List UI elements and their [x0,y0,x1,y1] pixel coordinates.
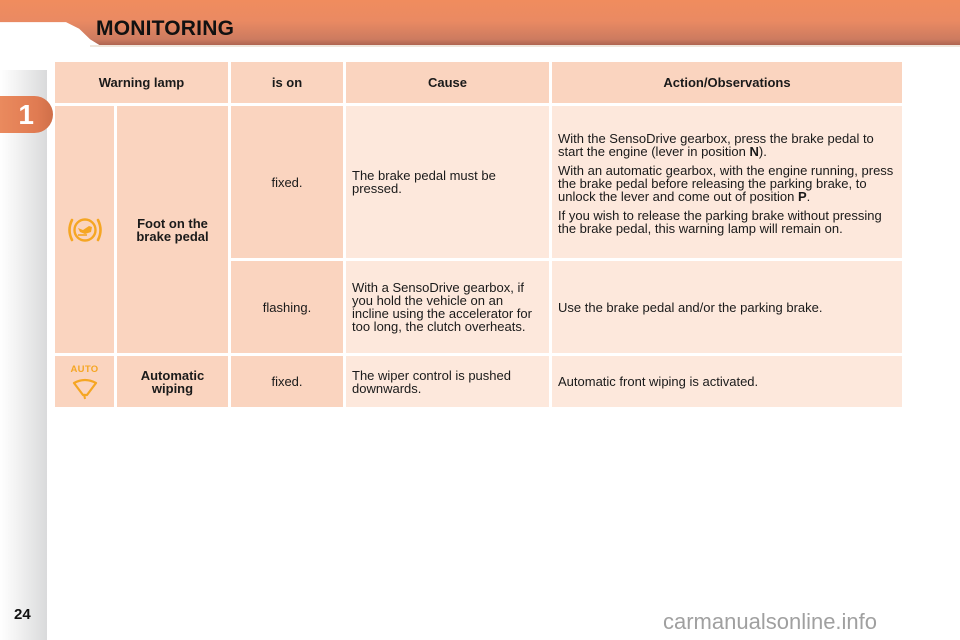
brake-lamp-icon-cell [55,106,114,353]
wiping-action: Automatic front wiping is activated. [552,356,902,407]
position-n: N [749,143,759,159]
text: With an automatic gearbox, with the engi… [558,162,894,204]
brake-lamp-name: Foot on the brake pedal [117,106,228,353]
brake-pedal-warning-icon [67,217,102,242]
wiping-cause: The wiper control is pushed downwards. [346,356,549,407]
auto-label: AUTO [70,364,99,375]
column-header-is-on: is on [231,62,343,103]
column-header-warning-lamp: Warning lamp [55,62,228,103]
column-header-action: Action/Observations [552,62,902,103]
watermark: carmanualsonline.info [663,609,878,634]
wiping-lamp-name: Automatic wiping [117,356,228,407]
page-number: 24 [14,606,31,623]
column-header-cause: Cause [346,62,549,103]
brake-state-fixed: fixed. [231,106,343,258]
header-divider [90,45,960,47]
brake-action-flashing: Use the brake pedal and/or the parking b… [552,261,902,353]
page-title: MONITORING [96,17,235,40]
chapter-number: 1 [18,98,34,130]
automatic-wiping-icon [72,378,97,400]
text: ). [758,143,767,159]
brake-cause-flashing: With a SensoDrive gearbox, if you hold t… [346,261,549,353]
text: With the SensoDrive gearbox, press the b… [558,130,874,159]
action-paragraph-sensodrive: With the SensoDrive gearbox, press the b… [558,132,896,158]
wiping-lamp-icon-cell: AUTO [55,356,114,407]
side-margin-bar [0,70,47,640]
brake-action-fixed: With the SensoDrive gearbox, press the b… [552,106,902,258]
wiping-state-fixed: fixed. [231,356,343,407]
action-paragraph-parking-brake: If you wish to release the parking brake… [558,207,882,236]
action-paragraph-automatic: With an automatic gearbox, with the engi… [558,164,896,203]
position-p: P [797,188,807,204]
text: . [806,188,811,204]
chapter-tab[interactable]: 1 [0,96,53,133]
brake-state-flashing: flashing. [231,261,343,353]
brake-cause-fixed: The brake pedal must be pressed. [346,106,549,258]
